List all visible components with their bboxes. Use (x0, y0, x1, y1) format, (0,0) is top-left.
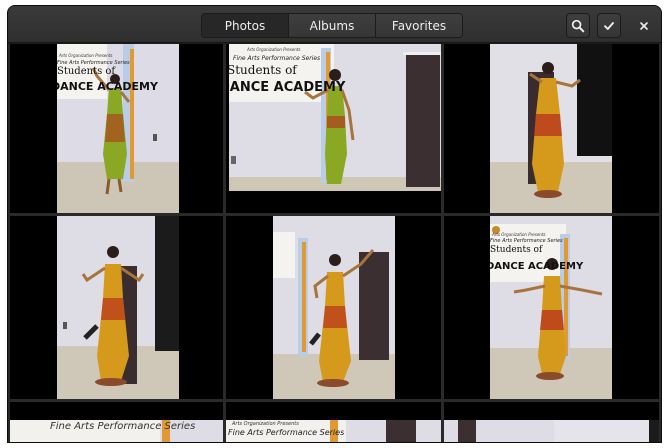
photo-thumbnail[interactable]: Arts Organization Presents Fine Arts Per… (10, 44, 223, 213)
photo-image (444, 420, 659, 442)
photo-thumbnail[interactable]: Arts Organization Presents Fine Arts Per… (226, 44, 441, 213)
photo-image (273, 216, 395, 399)
banner-text-series: Fine Arts Performance Series (228, 428, 345, 437)
banner-text-small: Arts Organization Presents (492, 232, 546, 237)
photo-image: Fine Arts Performance Series (10, 420, 223, 442)
banner-text-series: Fine Arts Performance Series (233, 55, 321, 62)
photo-thumbnail[interactable] (444, 44, 659, 213)
banner-text-small: Arts Organization Presents (59, 53, 113, 58)
photo-thumbnail[interactable]: Arts Organization Presents Fine Arts Per… (226, 402, 441, 442)
select-button[interactable] (597, 13, 621, 38)
banner-text-academy: DANCE ACADEMY (57, 80, 158, 93)
photo-image: Arts Organization Presents Fine Arts Per… (229, 44, 441, 191)
banner-text-small: Arts Organization Presents (247, 47, 301, 52)
photo-thumbnail[interactable]: Fine Arts Performance Series (10, 402, 223, 442)
photo-thumbnail[interactable] (10, 216, 223, 399)
photo-grid: Arts Organization Presents Fine Arts Per… (8, 44, 661, 442)
photo-thumbnail[interactable]: Arts Organization Presents Fine Arts Per… (444, 216, 659, 399)
view-switcher: Photos Albums Favorites (201, 13, 463, 38)
photo-image: Arts Organization Presents Fine Arts Per… (57, 44, 179, 213)
banner-text-students: Students of (57, 66, 116, 77)
app-window: Photos Albums Favorites Arts Organizatio… (8, 6, 661, 442)
search-button[interactable] (566, 13, 590, 38)
checkmark-icon (604, 21, 614, 30)
close-button[interactable] (632, 13, 656, 38)
banner-text-series: Fine Arts Performance Series (490, 238, 563, 244)
photo-image: Arts Organization Presents Fine Arts Per… (490, 216, 612, 399)
tab-albums[interactable]: Albums (289, 14, 376, 37)
banner-text-academy: DANCE ACADEMY (229, 80, 346, 95)
close-icon (640, 21, 648, 30)
photo-image: Arts Organization Presents Fine Arts Per… (226, 420, 441, 442)
photo-image (57, 216, 179, 399)
photo-image (490, 44, 612, 213)
photo-thumbnail[interactable] (444, 402, 659, 442)
photo-thumbnail[interactable] (226, 216, 441, 399)
banner-text-students: Students of (490, 245, 543, 255)
tab-photos[interactable]: Photos (202, 14, 289, 37)
banner-text-academy: DANCE ACADEMY (490, 261, 584, 272)
banner-text-students: Students of (229, 63, 297, 77)
banner-text-series: Fine Arts Performance Series (50, 421, 196, 432)
search-icon (571, 19, 585, 32)
banner-text-small: Arts Organization Presents (232, 421, 299, 427)
tab-favorites[interactable]: Favorites (376, 14, 462, 37)
header-bar: Photos Albums Favorites (8, 6, 661, 43)
